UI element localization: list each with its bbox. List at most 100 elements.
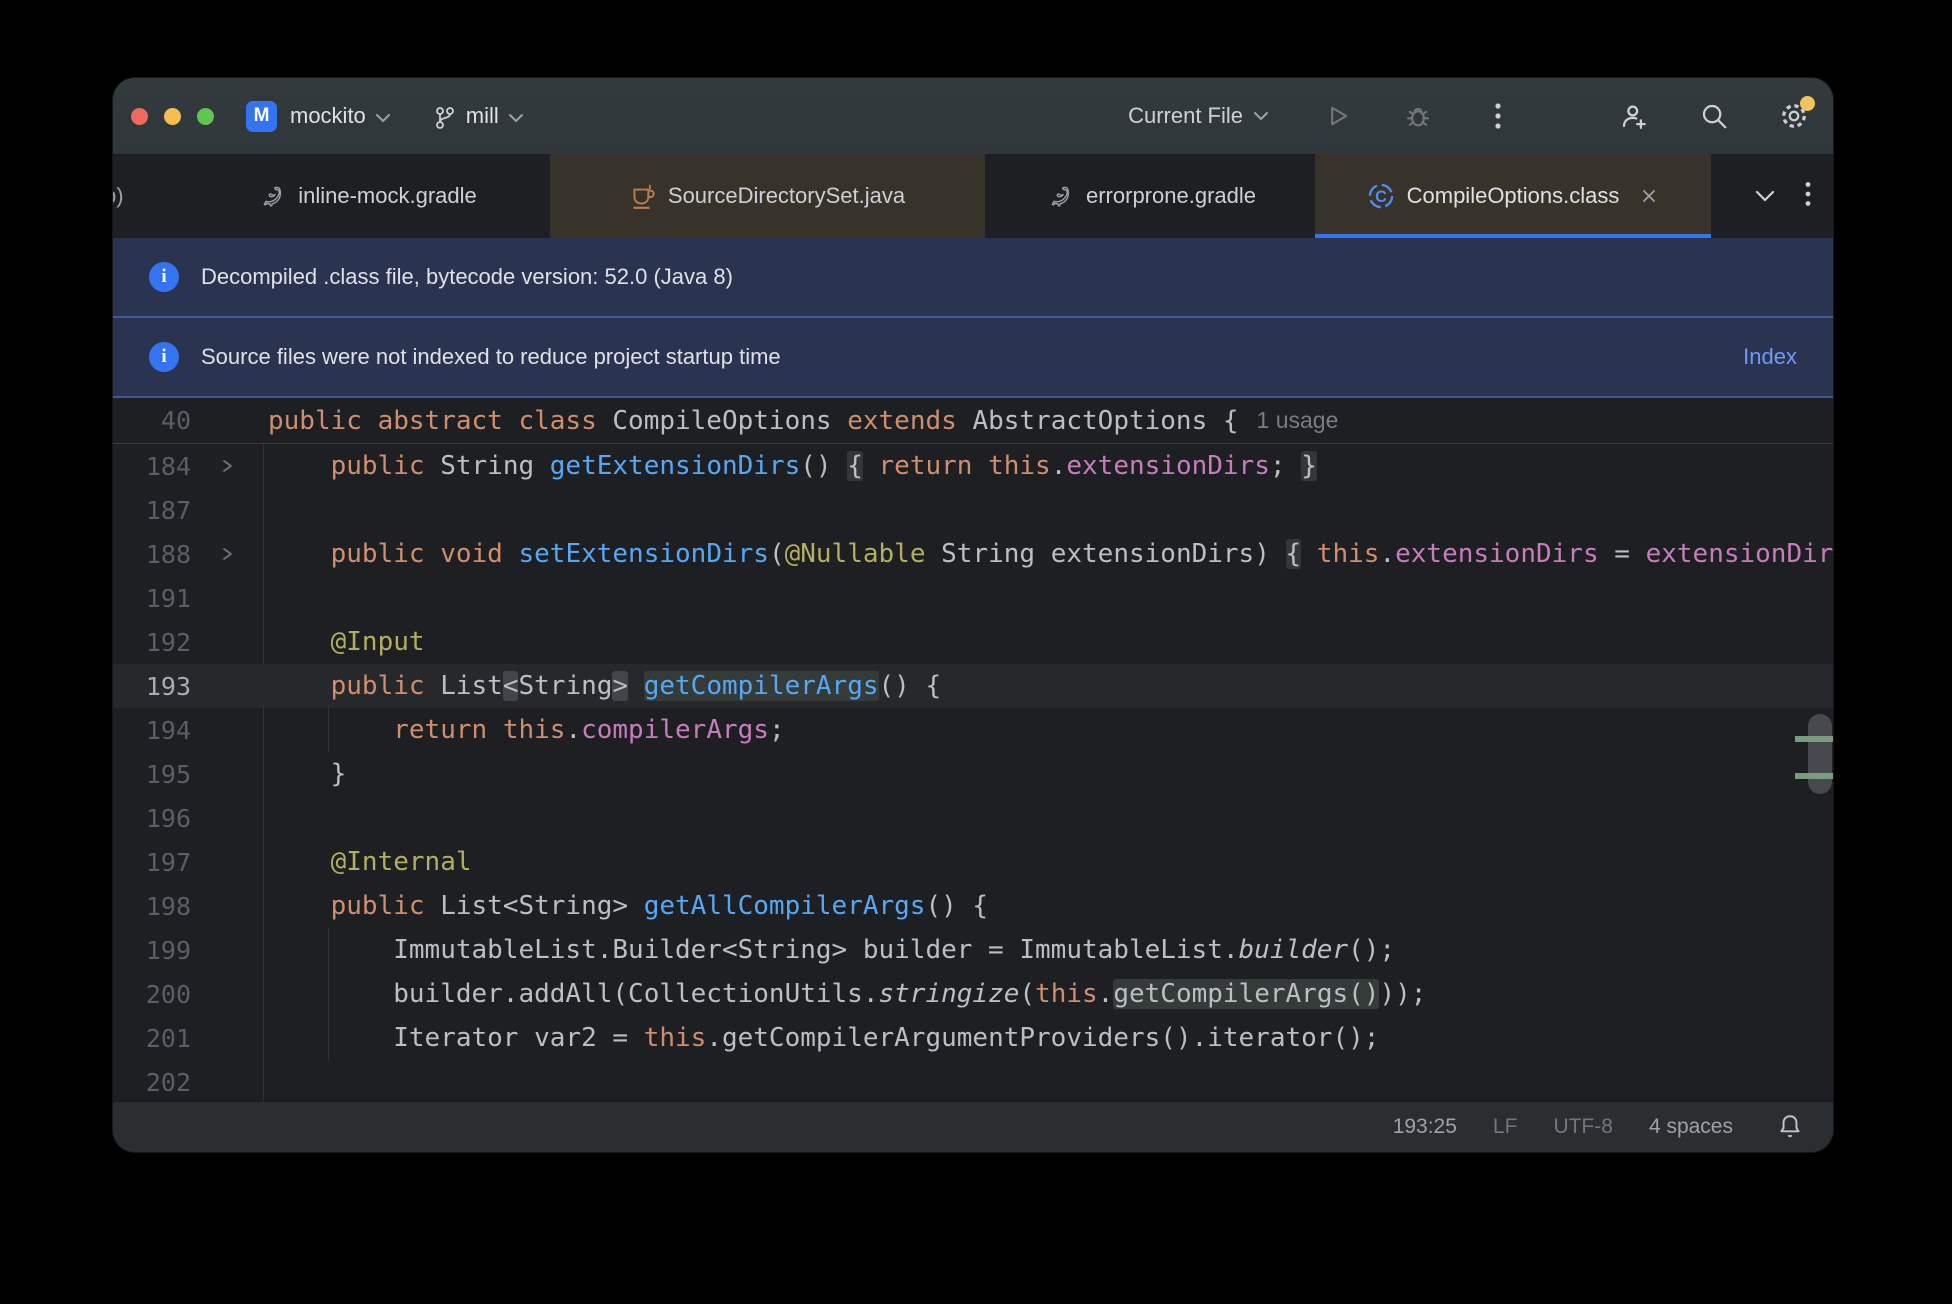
info-icon: i: [149, 262, 179, 292]
code-token: List: [440, 671, 503, 701]
code-token: {: [1222, 405, 1239, 436]
code-line-196[interactable]: 196: [113, 796, 1833, 840]
code-line-201[interactable]: 201 Iterator var2 = this.getCompilerArgu…: [113, 1016, 1833, 1060]
line-number[interactable]: 199: [113, 936, 191, 965]
line-number[interactable]: 197: [113, 848, 191, 877]
code-token: return: [393, 715, 503, 745]
code-token: builder: [1238, 935, 1349, 965]
fold-arrow-icon[interactable]: [191, 545, 263, 563]
gutter: 199: [113, 928, 263, 972]
decompiled-file-banner: i Decompiled .class file, bytecode versi…: [113, 238, 1833, 318]
code-with-me-user-plus-icon[interactable]: [1617, 99, 1651, 133]
code-line-194[interactable]: 194 return this.compilerArgs;: [113, 708, 1833, 752]
more-actions-kebab-icon[interactable]: [1481, 99, 1515, 133]
code-token: class: [518, 405, 613, 436]
code-line-191[interactable]: 191: [113, 576, 1833, 620]
minimize-window-button[interactable]: [164, 107, 181, 125]
run-button[interactable]: [1321, 99, 1355, 133]
debug-button[interactable]: [1401, 99, 1435, 133]
line-number[interactable]: 200: [113, 980, 191, 1009]
code-line-200[interactable]: 200 builder.addAll(CollectionUtils.strin…: [113, 972, 1833, 1016]
tab-label: errorprone.gradle: [1086, 183, 1256, 208]
code-token: @Nullable: [784, 539, 926, 569]
gutter: 195: [113, 752, 263, 796]
sticky-code-text: public abstract class CompileOptions ext…: [263, 406, 1239, 436]
encoding-indicator[interactable]: UTF-8: [1553, 1115, 1613, 1139]
gutter: 193: [113, 664, 263, 708]
tab-inline-mock-gradle[interactable]: inline-mock.gradle: [183, 154, 550, 238]
code-line-184[interactable]: 184 public String getExtensionDirs() { r…: [113, 444, 1833, 488]
line-number[interactable]: 188: [113, 540, 191, 569]
code-line-199[interactable]: 199 ImmutableList.Builder<String> builde…: [113, 928, 1833, 972]
zoom-window-button[interactable]: [197, 107, 214, 125]
code-token: String: [518, 671, 613, 701]
code-line-197[interactable]: 197 @Internal: [113, 840, 1833, 884]
tab-b[interactable]: b): [113, 154, 183, 238]
line-number[interactable]: 192: [113, 628, 191, 657]
code-line-198[interactable]: 198 public List<String> getAllCompilerAr…: [113, 884, 1833, 928]
settings-gear-icon[interactable]: [1777, 96, 1815, 133]
code-token: this: [1035, 979, 1098, 1009]
fold-arrow-icon[interactable]: [191, 457, 263, 475]
usages-inlay-hint[interactable]: 1 usage: [1257, 407, 1339, 434]
notifications-bell-icon[interactable]: [1777, 1113, 1803, 1141]
code-line-187[interactable]: 187: [113, 488, 1833, 532]
line-number[interactable]: 191: [113, 584, 191, 613]
code-text: builder.addAll(CollectionUtils.stringize…: [263, 979, 1426, 1009]
line-number[interactable]: 198: [113, 892, 191, 921]
code-token: {: [847, 451, 863, 481]
gutter: 202: [113, 1060, 263, 1101]
code-line-193[interactable]: 193 public List<String> getCompilerArgs(…: [113, 664, 1833, 708]
code-token: extensionDirs: [1066, 451, 1270, 481]
tab-label: CompileOptions.class: [1406, 183, 1620, 208]
desktop: { "titlebar": { "badge": "M", "project":…: [0, 0, 1952, 1304]
run-configuration-selector[interactable]: Current File: [1128, 103, 1269, 129]
git-branch-widget[interactable]: mill: [433, 102, 524, 131]
close-window-button[interactable]: [131, 107, 148, 125]
tab-errorprone-gradle[interactable]: errorprone.gradle: [985, 154, 1315, 238]
close-tab-icon[interactable]: [1639, 186, 1659, 206]
code-token: ImmutableList.Builder<String> builder = …: [393, 935, 1239, 965]
run-configuration-label: Current File: [1128, 103, 1243, 128]
line-number[interactable]: 184: [113, 452, 191, 481]
settings-notification-badge: [1800, 96, 1815, 111]
gutter: 197: [113, 840, 263, 884]
code-line-188[interactable]: 188 public void setExtensionDirs(@Nullab…: [113, 532, 1833, 576]
indent-indicator[interactable]: 4 spaces: [1649, 1115, 1733, 1139]
line-number[interactable]: 194: [113, 716, 191, 745]
gutter: 194: [113, 708, 263, 752]
code-line-192[interactable]: 192 @Input: [113, 620, 1833, 664]
code-token: this: [1316, 539, 1380, 569]
banner-text: Source files were not indexed to reduce …: [201, 344, 781, 369]
line-number[interactable]: 196: [113, 804, 191, 833]
line-number[interactable]: 193: [113, 672, 191, 701]
tab-compileoptions-class[interactable]: C CompileOptions.class: [1315, 154, 1711, 238]
gutter: 184: [113, 444, 263, 488]
code-token: =: [1598, 539, 1646, 569]
caret-position[interactable]: 193:25: [1393, 1115, 1457, 1139]
tab-sourcedirectoryset-java[interactable]: SourceDirectorySet.java: [550, 154, 985, 238]
line-number[interactable]: 202: [113, 1068, 191, 1097]
line-ending-indicator[interactable]: LF: [1493, 1115, 1518, 1139]
line-number[interactable]: 201: [113, 1024, 191, 1053]
search-icon[interactable]: [1697, 99, 1731, 133]
code-text: ImmutableList.Builder<String> builder = …: [263, 935, 1395, 965]
code-token: public: [330, 539, 441, 569]
tab-options-kebab-icon[interactable]: [1805, 181, 1811, 212]
hidden-tabs-chevron-icon[interactable]: [1755, 190, 1775, 202]
line-number[interactable]: 187: [113, 496, 191, 525]
gutter: 198: [113, 884, 263, 928]
code-text: public List<String> getAllCompilerArgs()…: [263, 891, 988, 921]
code-token: public: [330, 451, 441, 481]
editor-code-area[interactable]: 184 public String getExtensionDirs() { r…: [113, 444, 1833, 1101]
titlebar: M mockito mill Current File: [113, 78, 1833, 154]
line-number: 40: [160, 406, 191, 435]
code-line-195[interactable]: 195 }: [113, 752, 1833, 796]
index-link[interactable]: Index: [1743, 344, 1797, 370]
line-number[interactable]: 195: [113, 760, 191, 789]
project-widget[interactable]: mockito: [290, 103, 391, 129]
code-line-202[interactable]: 202: [113, 1060, 1833, 1101]
